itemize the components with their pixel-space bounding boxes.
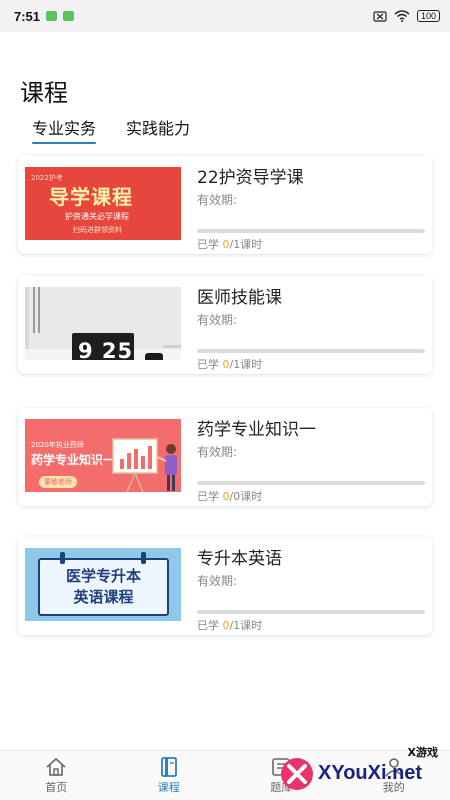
course-validity: 有效期:: [197, 193, 238, 207]
nav-home[interactable]: 首页: [0, 751, 113, 800]
thumb-board: 医学专升本 英语课程: [38, 558, 169, 616]
course-validity: 有效期:: [197, 445, 238, 459]
status-bar: 7:51 100: [0, 0, 450, 32]
course-title: 专升本英语: [197, 549, 282, 569]
course-validity: 有效期:: [197, 313, 238, 327]
progress-suffix: /0课时: [229, 490, 263, 503]
board-pin-right: [141, 552, 146, 564]
nav-courses[interactable]: 课程: [113, 751, 226, 800]
course-progress-bar: [197, 229, 425, 233]
course-card[interactable]: 2020年执业药师 药学专业知识一 董敏老师 药学专业知识一 有效期: 已学 0…: [18, 408, 432, 506]
progress-done-count: 0: [222, 619, 230, 632]
status-time: 7:51: [14, 8, 41, 24]
progress-prefix: 已学: [197, 490, 223, 503]
status-left: 7:51: [14, 8, 75, 24]
course-thumbnail: 9 25: [25, 287, 181, 360]
course-title: 医师技能课: [197, 288, 282, 308]
course-card[interactable]: 2022护考 导学课程 护资通关必学课程 扫码进群领资料 22护资导学课 有效期…: [18, 156, 432, 254]
tab-professional-practice[interactable]: 专业实务: [32, 115, 97, 144]
battery-indicator: 100: [416, 10, 440, 22]
progress-suffix: /1课时: [229, 238, 263, 251]
progress-suffix: /1课时: [229, 358, 263, 371]
course-progress-text: 已学 0/1课时: [197, 356, 262, 372]
thumb-line-1: 医学专升本: [65, 567, 141, 585]
status-right: 100: [373, 10, 440, 22]
nav-courses-label: 课程: [157, 780, 180, 794]
board-pin-left: [60, 552, 65, 564]
thumb-teacher-badge: 董敏老师: [39, 476, 77, 488]
home-icon: [46, 757, 66, 776]
thumb-main-title: 药学专业知识一: [31, 453, 116, 467]
progress-done-count: 0: [222, 238, 230, 251]
thumb-line-2: 英语课程: [73, 588, 134, 606]
progress-done-count: 0: [222, 490, 230, 503]
page-title: 课程: [20, 79, 68, 107]
progress-done-count: 0: [222, 358, 230, 371]
tab-practical-ability[interactable]: 实践能力: [126, 115, 190, 144]
course-thumbnail: 医学专升本 英语课程: [25, 548, 181, 621]
thumb-main-title: 导学课程: [49, 185, 133, 209]
course-title: 22护资导学课: [197, 168, 304, 188]
progress-prefix: 已学: [197, 358, 223, 371]
progress-prefix: 已学: [197, 619, 223, 632]
course-card[interactable]: 医学专升本 英语课程 专升本英语 有效期: 已学 0/1课时: [18, 537, 432, 635]
course-card[interactable]: 9 25 医师技能课 有效期: 已学 0/1课时: [18, 276, 432, 374]
course-progress-bar: [197, 610, 425, 614]
presentation-board-illustration: [112, 438, 177, 492]
gamepad-logo-icon: [281, 758, 313, 790]
clock-display: 9 25: [78, 339, 134, 360]
message-notification-icon: [46, 11, 58, 21]
site-watermark: X游戏 XYouXi.net: [278, 742, 450, 800]
course-title: 药学专业知识一: [197, 420, 316, 440]
course-book-icon: [160, 756, 177, 777]
nav-home-label: 首页: [45, 780, 68, 794]
course-tabs: 专业实务 实践能力: [32, 115, 190, 144]
thumb-year-label: 2020年执业药师: [31, 441, 84, 449]
course-progress-bar: [197, 349, 425, 353]
wechat-notification-icon: [63, 11, 75, 21]
watermark-site-name: XYouXi.net: [318, 762, 423, 784]
course-progress-text: 已学 0/1课时: [197, 617, 262, 633]
watermark-small-text: X游戏: [407, 746, 438, 759]
wifi-icon: [394, 10, 410, 22]
progress-suffix: /1课时: [229, 619, 263, 632]
course-progress-text: 已学 0/1课时: [197, 236, 262, 252]
course-progress-bar: [197, 481, 425, 485]
course-thumbnail: 2020年执业药师 药学专业知识一 董敏老师: [25, 419, 181, 492]
sim-off-icon: [373, 10, 387, 22]
course-validity: 有效期:: [197, 574, 238, 588]
thumb-note: 扫码进群领资料: [73, 226, 122, 234]
progress-prefix: 已学: [197, 238, 223, 251]
course-thumbnail: 2022护考 导学课程 护资通关必学课程 扫码进群领资料: [25, 167, 181, 240]
course-progress-text: 已学 0/0课时: [197, 488, 262, 504]
thumb-subtitle: 护资通关必学课程: [65, 212, 129, 221]
